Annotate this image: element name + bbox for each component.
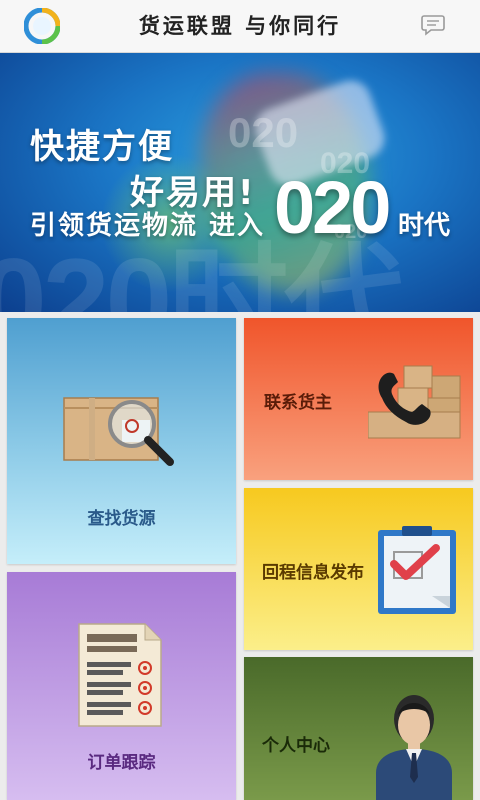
banner-ghost-number: 020: [228, 109, 299, 156]
clipboard-check-icon: [378, 526, 456, 614]
find-cargo-tile[interactable]: 查找货源: [7, 318, 236, 564]
phone-boxes-icon: [368, 365, 461, 439]
personal-center-tile[interactable]: 个人中心: [244, 657, 473, 800]
contact-owner-label: 联系货主: [264, 393, 332, 413]
user-avatar-icon: [376, 695, 452, 800]
return-trip-label: 回程信息发布: [262, 563, 364, 583]
banner-big-number: 020: [274, 166, 391, 249]
chat-bubble-icon[interactable]: [420, 12, 446, 38]
page-title: 货运联盟 与你同行: [138, 13, 342, 38]
contact-owner-tile[interactable]: 联系货主: [244, 318, 473, 480]
find-cargo-label: 查找货源: [87, 509, 156, 529]
order-document-icon: [78, 623, 162, 727]
package-search-icon: [63, 397, 174, 466]
order-tracking-tile[interactable]: 订单跟踪: [7, 572, 236, 800]
order-tracking-label: 订单跟踪: [87, 753, 156, 773]
banner-headline: 快捷方便: [30, 127, 174, 167]
banner-tagline: 引领货运物流 进入: [30, 211, 266, 241]
promo-banner[interactable]: 020时代 020 020 020 快捷方便 好易用! 引领货运物流 进入 02…: [0, 53, 480, 312]
app-header: 货运联盟 与你同行: [0, 0, 480, 53]
return-trip-tile[interactable]: 回程信息发布: [244, 488, 473, 650]
personal-center-label: 个人中心: [262, 736, 330, 756]
banner-tagline-end: 时代: [398, 211, 451, 241]
